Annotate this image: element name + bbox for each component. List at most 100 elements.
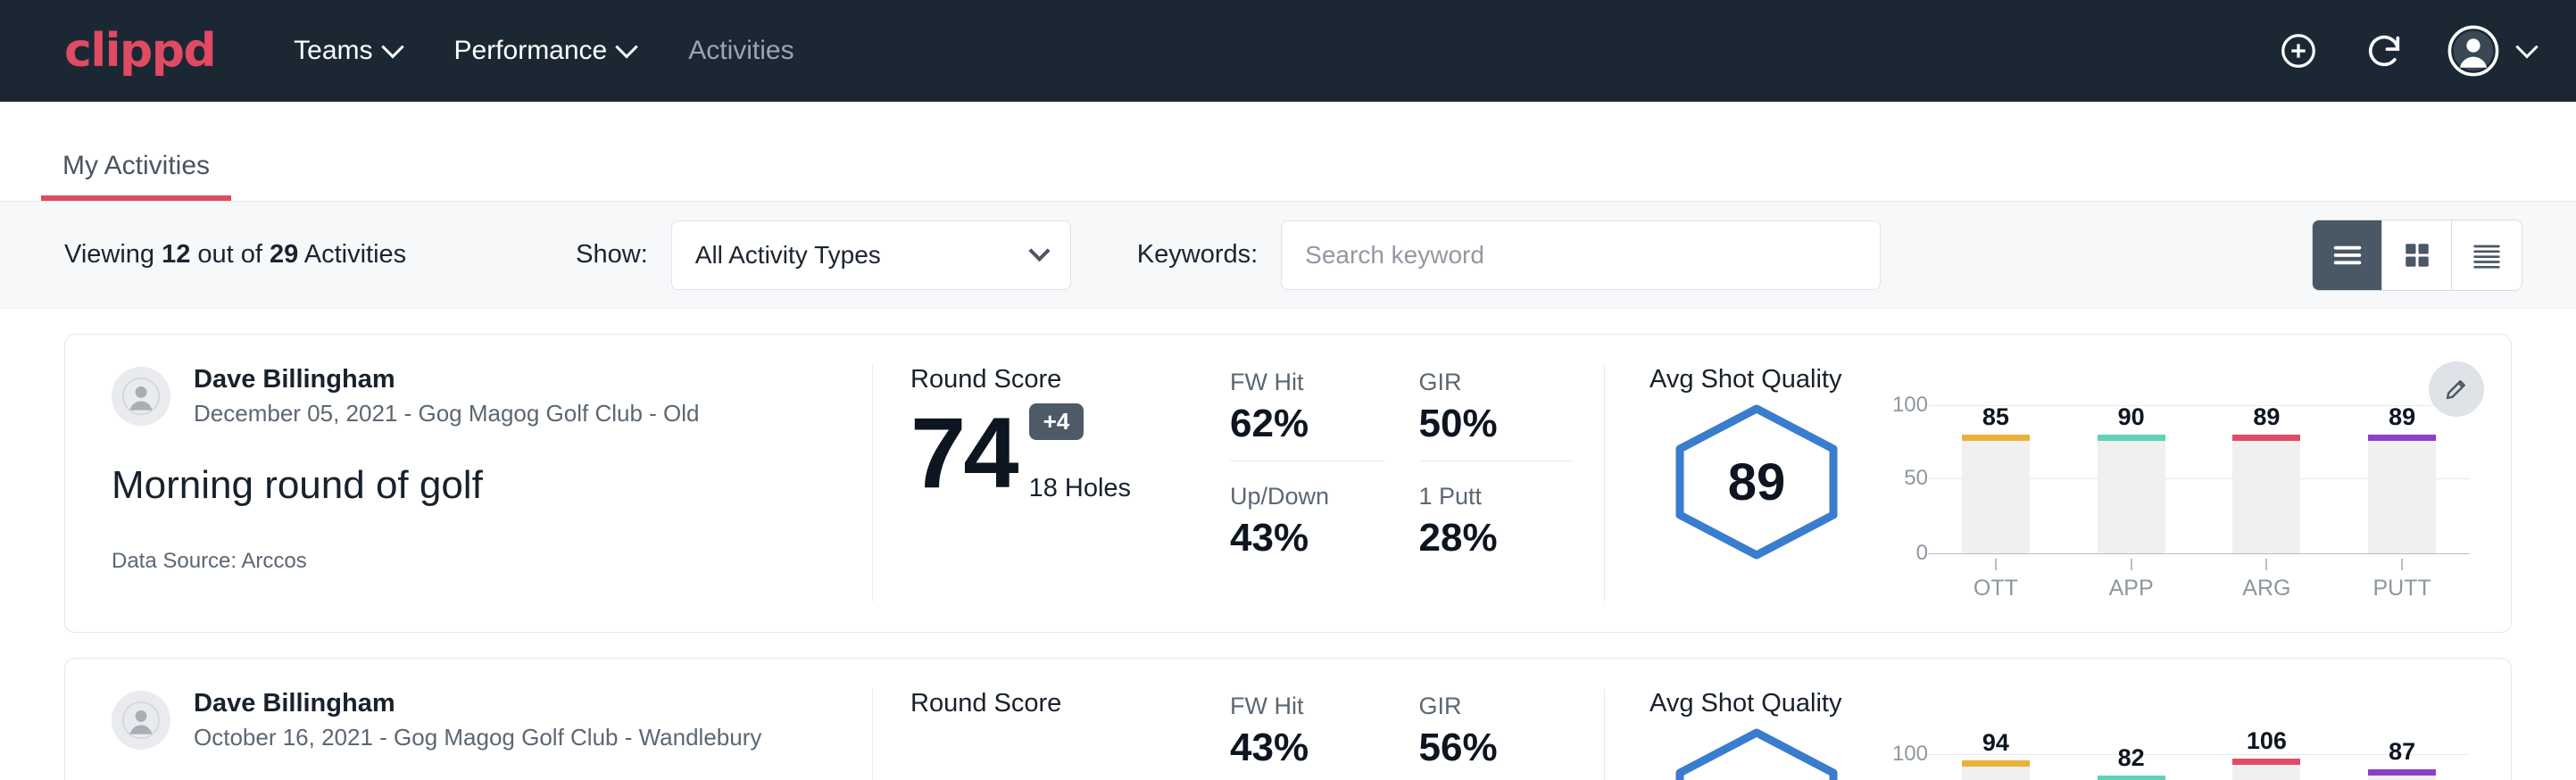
round-score-column: Round Score	[873, 689, 1230, 780]
shot-quality-body: 89 100 50 0	[1649, 403, 2470, 602]
stats-grid: FW Hit 43% GIR 56%	[1230, 689, 1574, 780]
stat-label: 1 Putt	[1419, 483, 1575, 510]
tab-my-activities[interactable]: My Activities	[41, 151, 231, 201]
x-tick-label: ARG	[2242, 576, 2290, 602]
nav-item-label: Performance	[454, 36, 608, 66]
bar-ott	[1962, 435, 2030, 553]
activity-type-value: All Activity Types	[695, 241, 881, 270]
x-tick-label: APP	[2109, 576, 2154, 602]
axis-baseline	[1928, 553, 2470, 554]
refresh-icon	[2364, 30, 2405, 71]
stat-value: 28%	[1419, 516, 1575, 560]
bar-column: 89	[2232, 403, 2300, 553]
chevron-down-icon	[1028, 240, 1050, 261]
activity-meta: December 05, 2021 - Gog Magog Golf Club …	[194, 400, 700, 427]
pencil-icon	[2443, 376, 2470, 402]
avatar	[112, 691, 170, 750]
bar-cap	[2232, 435, 2300, 441]
shot-quality-bar-chart: 100 50 0 85	[1864, 403, 2470, 602]
app-logo[interactable]: clippd	[64, 28, 215, 74]
stat-value: 56%	[1419, 726, 1575, 770]
stat-label: GIR	[1419, 369, 1575, 396]
activity-data-source: Data Source: Arccos	[112, 549, 826, 574]
tick-mark	[2265, 559, 2267, 570]
add-activity-button[interactable]	[2276, 29, 2321, 73]
bar-cap	[2368, 435, 2436, 441]
bar-value-label: 89	[2253, 403, 2280, 431]
viewing-count: 12	[162, 240, 190, 269]
nav-item-performance[interactable]: Performance	[454, 36, 636, 66]
bar-putt	[2368, 435, 2436, 553]
x-tick-label: PUTT	[2372, 576, 2431, 602]
player-info: Dave Billingham October 16, 2021 - Gog M…	[194, 689, 761, 751]
account-menu-button[interactable]	[2447, 25, 2535, 77]
round-score-label: Round Score	[910, 365, 1200, 394]
bar-value-label: 89	[2389, 403, 2415, 431]
stat-value: 43%	[1230, 516, 1385, 560]
x-tick: PUTT	[2368, 559, 2436, 602]
chart-plot-wrapper: 85 90	[1928, 403, 2470, 602]
y-tick-label: 100	[1892, 393, 1928, 418]
top-navigation-bar: clippd Teams Performance Activities	[0, 0, 2576, 102]
nav-actions	[2276, 25, 2535, 77]
shot-quality-bar-chart: 100 50 0 94	[1864, 727, 2470, 780]
round-score-value: 74	[910, 403, 1017, 503]
nav-item-activities[interactable]: Activities	[688, 36, 794, 66]
compact-view-icon	[2469, 237, 2505, 273]
nav-item-label: Activities	[688, 36, 794, 66]
viewing-total: 29	[270, 240, 298, 269]
round-score-label: Round Score	[910, 689, 1200, 718]
activity-type-select[interactable]: All Activity Types	[671, 220, 1071, 290]
chart-plot-wrapper: 94 82	[1928, 727, 2470, 780]
bar-cap	[1962, 760, 2030, 767]
stats-grid: FW Hit 62% GIR 50% Up/Down 43% 1 Putt 28…	[1230, 365, 1574, 560]
round-stats-column: FW Hit 62% GIR 50% Up/Down 43% 1 Putt 28…	[1230, 365, 1605, 602]
tab-label: My Activities	[62, 151, 210, 180]
show-label: Show:	[576, 240, 648, 270]
activity-card[interactable]: Dave Billingham October 16, 2021 - Gog M…	[64, 658, 2512, 780]
bar-ott	[1962, 760, 2030, 780]
bar-arg	[2232, 435, 2300, 553]
compact-view-button[interactable]	[2452, 220, 2522, 290]
filter-bar: Viewing 12 out of 29 Activities Show: Al…	[0, 202, 2576, 309]
bar-value-label: 82	[2118, 744, 2145, 772]
chart-plot-area: 85 90	[1928, 403, 2470, 553]
tick-mark	[2131, 559, 2132, 570]
person-avatar-icon	[121, 701, 161, 740]
y-tick-label: 0	[1916, 541, 1928, 566]
viewing-suffix: Activities	[298, 240, 406, 269]
activity-summary-column: Dave Billingham December 05, 2021 - Gog …	[65, 365, 873, 602]
person-avatar-icon	[121, 377, 161, 416]
stat-label: FW Hit	[1230, 693, 1385, 720]
round-score-column: Round Score 74 +4 18 Holes	[873, 365, 1230, 602]
chart-plot-area: 94 82	[1928, 727, 2470, 780]
y-tick-label: 100	[1892, 742, 1928, 767]
viewing-summary: Viewing 12 out of 29 Activities	[64, 240, 406, 270]
activity-card[interactable]: Dave Billingham December 05, 2021 - Gog …	[64, 334, 2512, 633]
edit-activity-button[interactable]	[2429, 361, 2484, 417]
nav-item-teams[interactable]: Teams	[294, 36, 400, 66]
bar-column: 94	[1962, 727, 2030, 780]
tick-mark	[2401, 559, 2403, 570]
bar-column: 89	[2368, 403, 2436, 553]
refresh-button[interactable]	[2362, 29, 2406, 73]
stat-one-putt: 1 Putt 28%	[1419, 479, 1575, 560]
stat-fw-hit: FW Hit 43%	[1230, 689, 1385, 780]
y-tick-label: 50	[1904, 466, 1928, 491]
chevron-down-icon	[2515, 36, 2538, 58]
player-name: Dave Billingham	[194, 689, 761, 718]
chart-bars: 85 90	[1928, 403, 2470, 553]
grid-view-button[interactable]	[2382, 220, 2452, 290]
bar-cap	[2098, 776, 2165, 780]
bar-cap	[2098, 435, 2165, 441]
list-view-button[interactable]	[2313, 220, 2382, 290]
list-view-icon	[2330, 237, 2365, 273]
avg-shot-quality-value	[1667, 727, 1846, 780]
search-input[interactable]	[1281, 220, 1881, 290]
shot-quality-column: Avg Shot Quality 100 50 0	[1605, 689, 2511, 780]
x-tick: OTT	[1962, 559, 2030, 602]
round-score-value-row: 74 +4 18 Holes	[910, 403, 1200, 503]
player-header: Dave Billingham December 05, 2021 - Gog …	[112, 365, 826, 427]
account-avatar-icon	[2447, 25, 2499, 77]
player-info: Dave Billingham December 05, 2021 - Gog …	[194, 365, 700, 427]
